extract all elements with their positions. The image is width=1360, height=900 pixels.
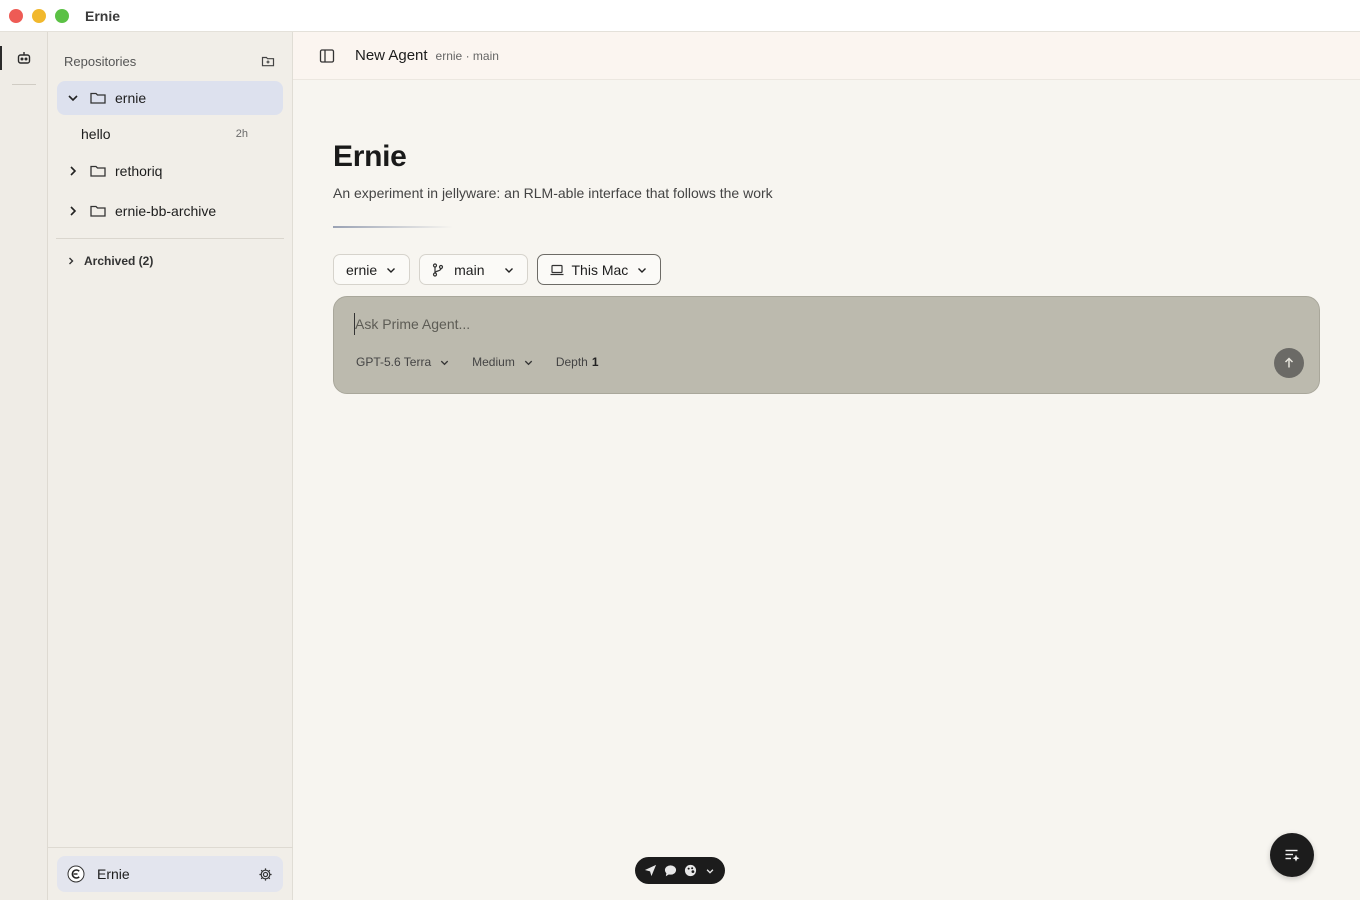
chevron-right-icon (66, 256, 76, 266)
user-name: Ernie (97, 866, 130, 882)
effort-value: Medium (472, 355, 515, 369)
page-subtitle: An experiment in jellyware: an RLM-able … (333, 185, 773, 201)
send-icon[interactable] (643, 864, 657, 878)
chevron-right-icon (65, 163, 81, 179)
composer-options: GPT-5.6 Terra Medium Depth 1 (356, 355, 599, 369)
branch-selector-value: main (454, 261, 485, 278)
repo-name: ernie (115, 90, 147, 106)
model-name: GPT-5.6 Terra (356, 355, 432, 369)
chevron-down-icon (65, 90, 81, 106)
sidebar: Repositories ernie hello 2h rethoriq ern… (48, 32, 293, 900)
folder-icon (89, 162, 107, 180)
gear-icon (258, 867, 273, 882)
rail-divider (12, 84, 36, 85)
repo-selector[interactable]: ernie (333, 254, 411, 285)
sidebar-footer-divider (48, 847, 293, 848)
repo-name: ernie-bb-archive (115, 203, 217, 219)
robot-icon (16, 50, 32, 66)
chevron-down-icon[interactable] (703, 864, 717, 878)
close-window-button[interactable] (9, 8, 23, 23)
send-button[interactable] (1274, 348, 1304, 378)
task-list-button[interactable] (1270, 833, 1314, 877)
git-branch-icon (432, 262, 444, 277)
minimize-window-button[interactable] (32, 8, 46, 23)
context-selectors: ernie main This Mac (333, 254, 662, 285)
machine-selector[interactable]: This Mac (536, 254, 662, 285)
window-controls (9, 8, 69, 23)
folder-plus-icon (261, 54, 275, 68)
main-content: New Agent ernie · main Ernie An experime… (293, 32, 1360, 900)
chevron-down-icon (503, 264, 515, 276)
folder-icon (89, 202, 107, 220)
laptop-icon (550, 264, 564, 276)
chevron-down-icon (636, 264, 648, 276)
sidebar-divider (56, 238, 284, 239)
arrow-up-icon (1283, 357, 1295, 369)
app-logo-icon (67, 865, 85, 883)
chevron-right-icon (65, 203, 81, 219)
repo-item-ernie[interactable]: ernie (57, 81, 283, 115)
depth-label: Depth (555, 355, 588, 369)
agent-context: ernie · main (435, 48, 499, 63)
effort-selector[interactable]: Medium (472, 355, 534, 369)
agent-title: New Agent (355, 47, 428, 64)
user-profile[interactable]: Ernie (57, 856, 283, 892)
chat-bubble-icon[interactable] (663, 864, 677, 878)
depth-value: 1 (591, 355, 599, 369)
repo-selector-value: ernie (346, 261, 378, 278)
list-sparkle-icon (1283, 846, 1301, 864)
floating-toolbar (635, 857, 725, 884)
repositories-heading: Repositories (64, 53, 137, 69)
chevron-down-icon (439, 357, 450, 368)
maximize-window-button[interactable] (55, 8, 69, 23)
archived-label: Archived (2) (84, 254, 154, 268)
chevron-down-icon (385, 264, 397, 276)
repo-item-ernie-bb-archive[interactable]: ernie-bb-archive (57, 194, 283, 228)
folder-icon (89, 89, 107, 107)
title-underline (333, 226, 453, 228)
main-topbar: New Agent ernie · main (293, 32, 1360, 80)
repo-name: rethoriq (115, 163, 163, 179)
sidebar-header: Repositories (64, 52, 278, 70)
settings-button[interactable] (255, 864, 275, 884)
depth-control[interactable]: Depth 1 (556, 355, 599, 369)
session-name: hello (81, 126, 111, 142)
session-item-hello[interactable]: hello 2h (57, 118, 283, 150)
machine-selector-value: This Mac (571, 261, 629, 278)
add-repository-button[interactable] (258, 51, 278, 71)
prompt-input[interactable] (354, 313, 1254, 335)
title-bar: Ernie (0, 0, 1360, 32)
sidebar-toggle-icon (319, 48, 335, 64)
rail-agents-button[interactable] (0, 44, 48, 72)
page-title: Ernie (333, 140, 407, 173)
repo-item-rethoriq[interactable]: rethoriq (57, 154, 283, 188)
chevron-down-icon (523, 357, 534, 368)
prompt-composer: GPT-5.6 Terra Medium Depth 1 (333, 296, 1320, 394)
icon-rail (0, 32, 48, 900)
model-selector[interactable]: GPT-5.6 Terra (356, 355, 450, 369)
window-title: Ernie (85, 7, 121, 24)
toggle-sidebar-button[interactable] (317, 46, 337, 66)
branch-selector[interactable]: main (419, 254, 528, 285)
session-timestamp: 2h (235, 128, 248, 140)
palette-icon[interactable] (683, 864, 697, 878)
archived-toggle[interactable]: Archived (2) (66, 251, 153, 271)
